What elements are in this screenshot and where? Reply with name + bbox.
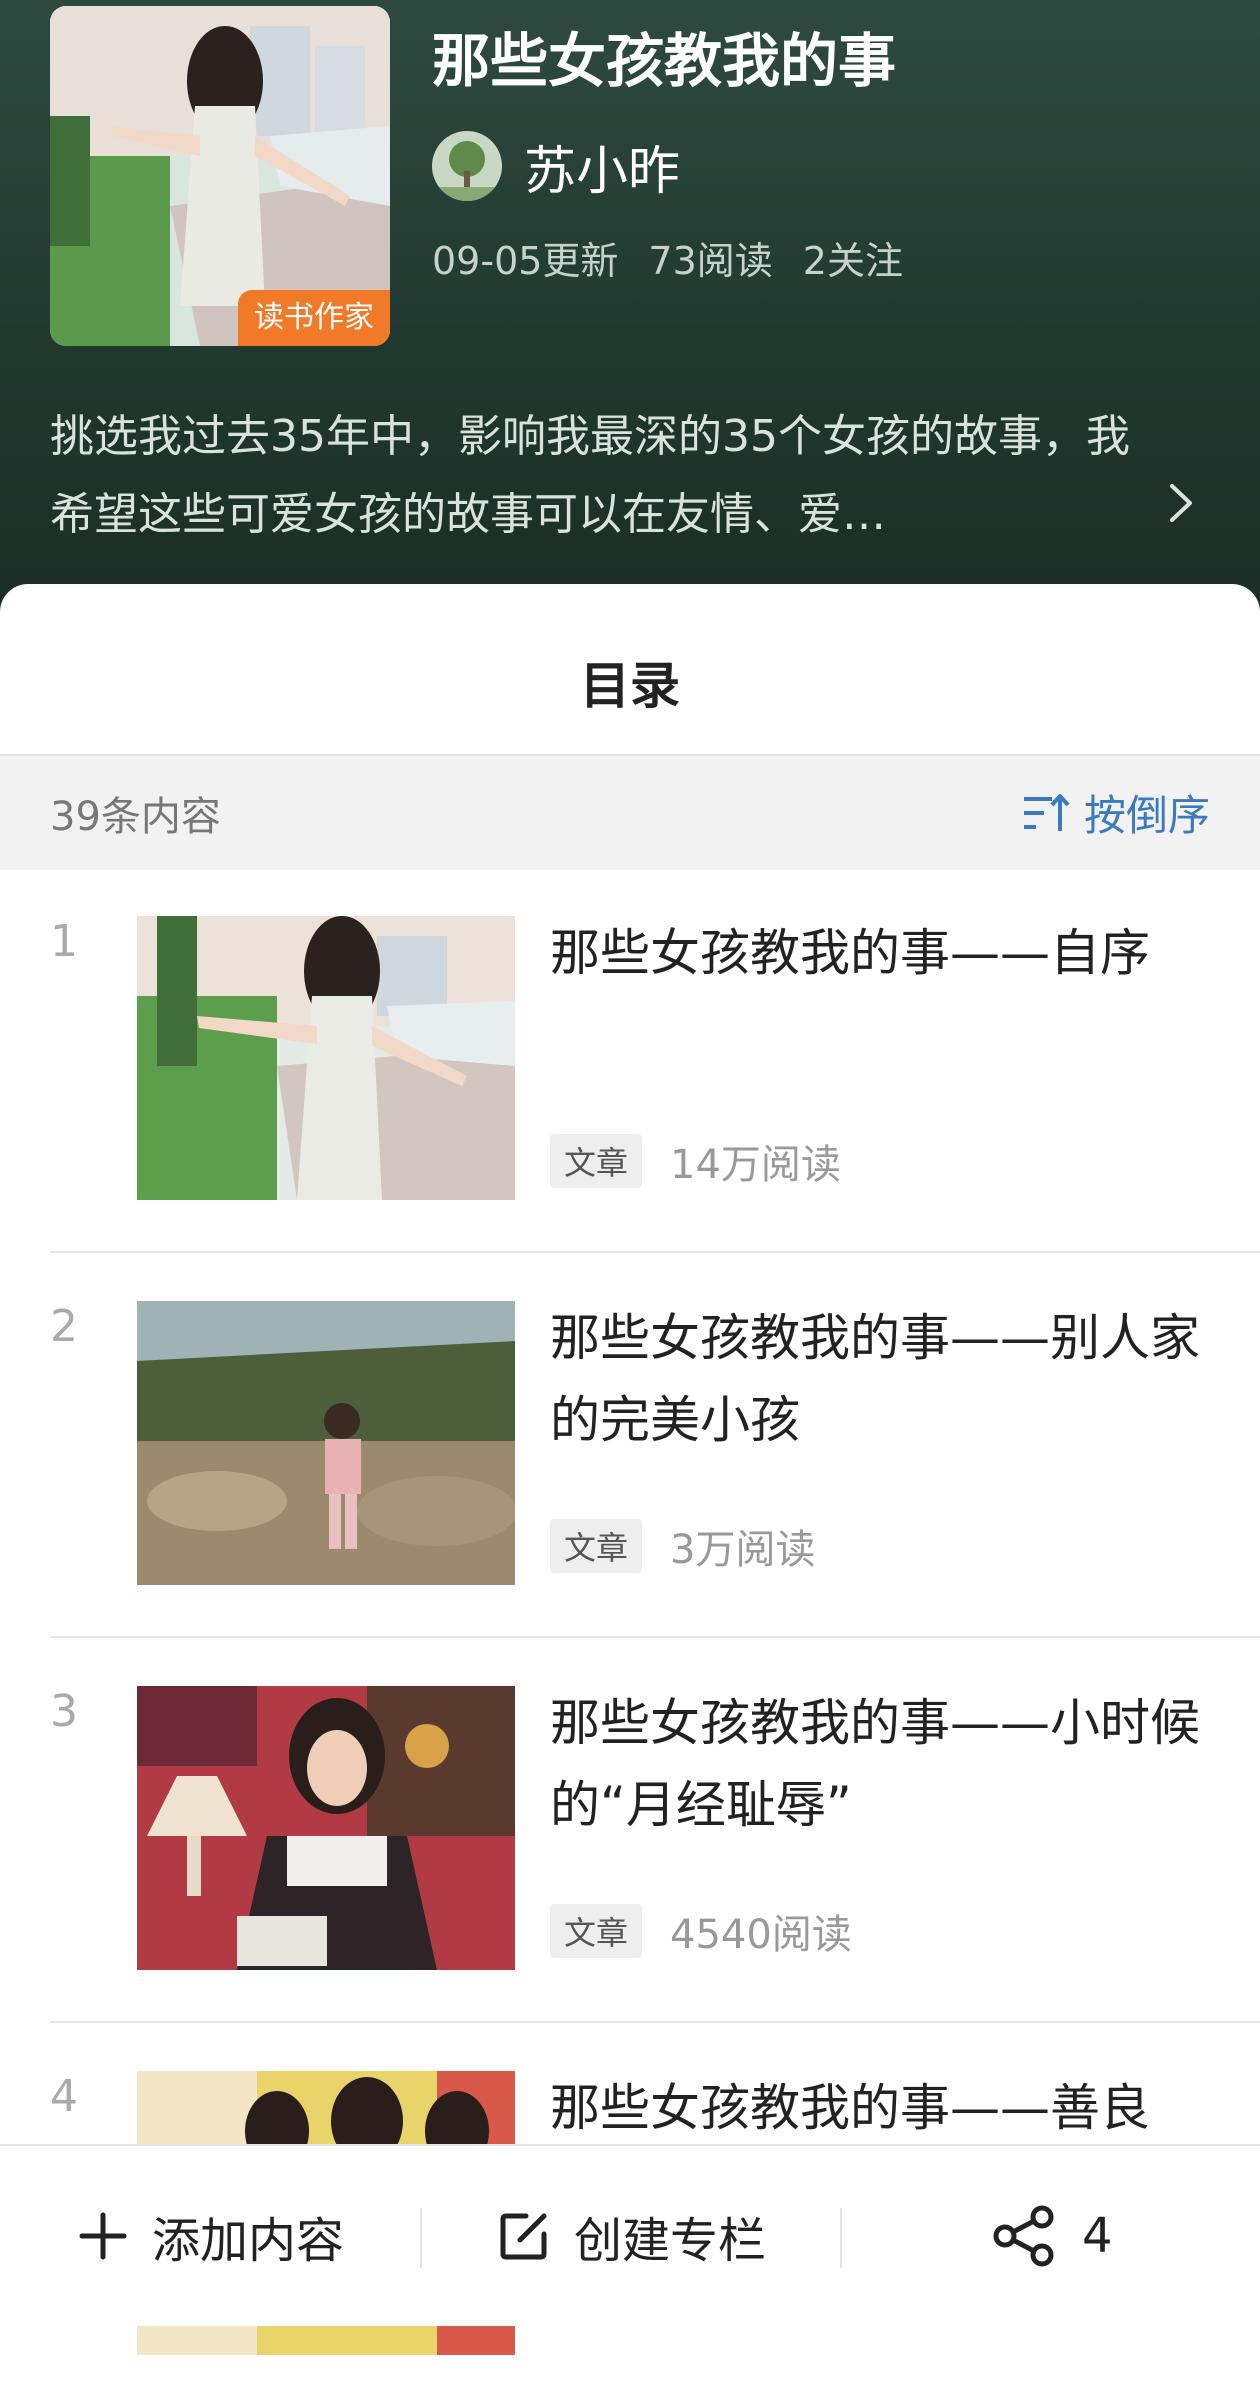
item-read-count: 4540阅读 [670,1912,852,1958]
item-thumbnail [137,1301,515,1585]
item-meta: 文章 4540阅读 [550,1902,852,1960]
item-index: 3 [50,1686,78,1737]
item-title: 那些女孩教我的事——自序 [550,924,1150,982]
item-title: 那些女孩教我的事——别人家的完美小孩 [550,1309,1200,1449]
author-name[interactable]: 苏小昨 [524,129,680,204]
create-column-button[interactable]: 创建专栏 [498,2146,766,2326]
writer-badge: 读书作家 [238,290,390,346]
toc-title: 目录 [580,657,680,715]
follow-count: 2关注 [802,239,903,283]
item-index: 1 [50,916,78,967]
create-column-label: 创建专栏 [574,2213,767,2269]
item-type-tag: 文章 [550,1519,643,1573]
item-index: 4 [50,2071,78,2122]
column-description[interactable]: 挑选我过去35年中，影响我最深的35个女孩的故事，我希望这些可爱女孩的故事可以在… [50,398,1130,554]
item-read-count: 3万阅读 [670,1527,816,1573]
column-cover-image[interactable]: 读书作家 [50,6,390,346]
share-button[interactable]: 4 [992,2146,1113,2326]
column-header: 读书作家 那些女孩教我的事 苏小昨 09-05更新 73阅读 2关注 挑选我过去… [0,0,1260,640]
toc-sheet: 目录 39条内容 按倒序 1 那些女孩教我的事——自序 文章 14万阅读 2 那… [0,584,1260,2355]
column-title: 那些女孩教我的事 [432,27,897,95]
item-type-tag: 文章 [550,1904,643,1958]
item-title: 那些女孩教我的事——善良 [550,2079,1150,2137]
sort-order-button[interactable]: 按倒序 [1022,782,1210,843]
author-info[interactable]: 苏小昨 [432,128,680,204]
item-read-count: 14万阅读 [670,1142,841,1188]
item-title: 那些女孩教我的事——小时候的“月经耻辱” [550,1694,1200,1834]
column-stats: 09-05更新 73阅读 2关注 [432,230,903,285]
updated-date: 09-05更新 [432,239,619,283]
share-count: 4 [1082,2208,1113,2264]
item-type-tag: 文章 [550,1134,643,1188]
toc-sort-bar: 39条内容 按倒序 [0,754,1260,870]
toc-list-item[interactable]: 3 那些女孩教我的事——小时候的“月经耻辱” 文章 4540阅读 [0,1638,1260,2023]
plus-icon [79,2212,127,2260]
toc-list-item[interactable]: 1 那些女孩教我的事——自序 文章 14万阅读 [0,868,1260,1253]
sort-order-label: 按倒序 [1083,791,1210,840]
author-avatar[interactable] [432,131,502,201]
read-count: 73阅读 [648,239,773,283]
bottom-bar-separator [420,2208,422,2268]
item-thumbnail [137,1686,515,1970]
edit-square-icon [500,2213,547,2260]
bottom-action-bar: 添加内容 创建专栏 4 [0,2144,1260,2326]
item-meta: 文章 3万阅读 [550,1517,815,1575]
add-content-button[interactable]: 添加内容 [78,2146,344,2326]
content-count: 39条内容 [50,794,221,840]
add-content-label: 添加内容 [152,2213,345,2269]
share-icon [993,2205,1054,2267]
item-thumbnail [137,916,515,1200]
item-meta: 文章 14万阅读 [550,1132,841,1190]
chevron-right-icon[interactable] [1160,478,1200,528]
bottom-bar-separator [840,2208,842,2268]
toc-list-item[interactable]: 2 那些女孩教我的事——别人家的完美小孩 文章 3万阅读 [0,1253,1260,1638]
sort-descending-icon [1023,793,1070,831]
item-index: 2 [50,1301,78,1352]
